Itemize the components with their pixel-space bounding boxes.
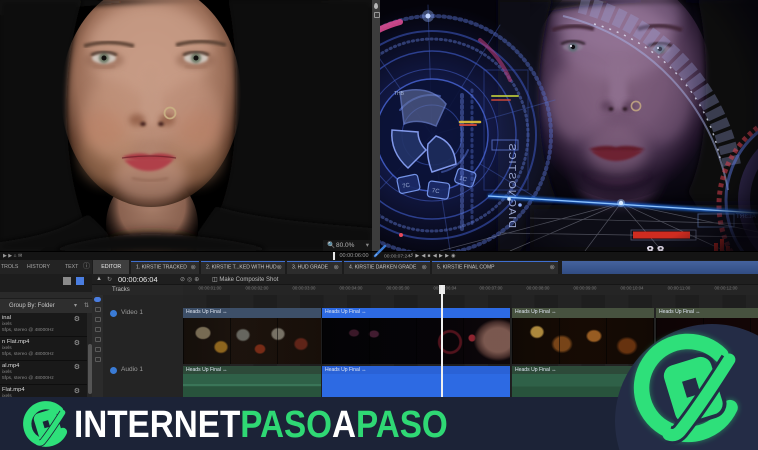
svg-text:7C: 7C (431, 188, 440, 195)
svg-text:DIAGNOSTICS: DIAGNOSTICS (506, 142, 518, 228)
svg-text:THB: THB (394, 91, 405, 97)
